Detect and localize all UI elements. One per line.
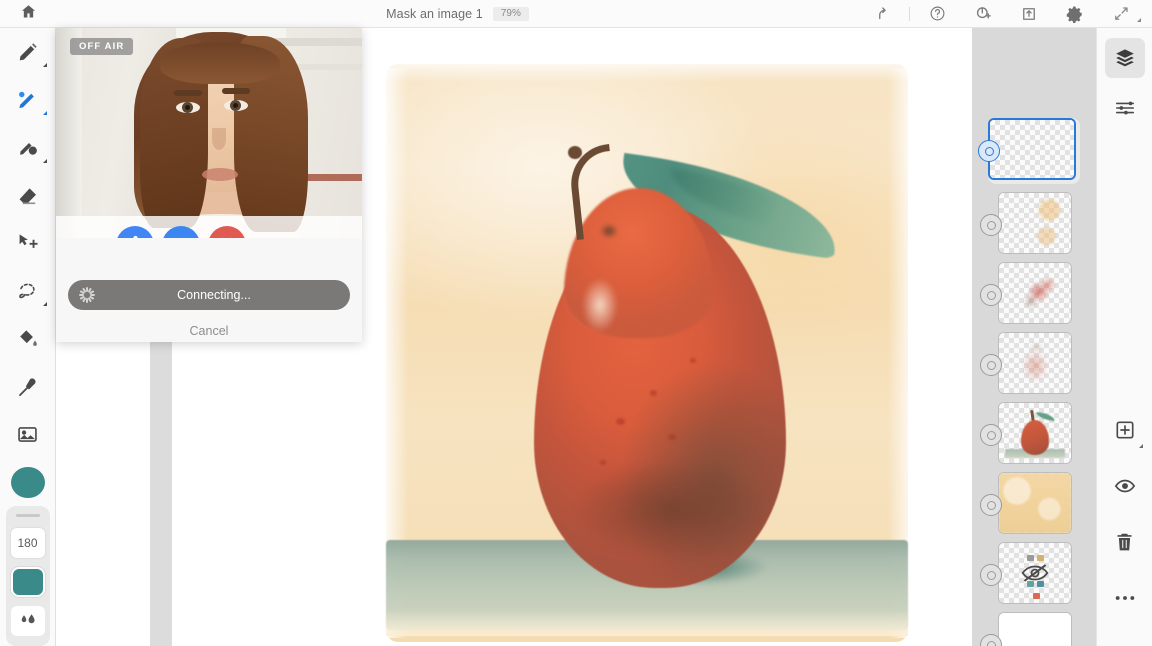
artwork-stem-tip xyxy=(568,146,582,159)
lasso-select-tool[interactable] xyxy=(0,267,56,315)
home-button[interactable] xyxy=(0,3,56,25)
page-title: Mask an image 1 xyxy=(386,6,483,21)
layer-thumb-image xyxy=(998,612,1072,646)
layer-thumbnail-8[interactable] xyxy=(980,612,1086,646)
water-drops-icon[interactable] xyxy=(10,606,45,637)
layer-blend-mode-icon[interactable] xyxy=(980,284,1002,306)
layers-icon[interactable] xyxy=(1104,38,1145,78)
trash-icon[interactable] xyxy=(1105,522,1145,562)
layer-thumbnail-6[interactable] xyxy=(980,472,1086,534)
layer-thumb-image xyxy=(998,542,1072,604)
more-options-icon[interactable] xyxy=(1105,578,1145,618)
zoom-level-badge[interactable]: 79% xyxy=(492,6,529,21)
end-call-button[interactable] xyxy=(208,226,246,238)
video-participant-fringe xyxy=(160,42,280,84)
layer-thumb-image xyxy=(988,118,1076,180)
cancel-button[interactable]: Cancel xyxy=(56,324,362,338)
visibility-eye-icon[interactable] xyxy=(1105,466,1145,506)
connecting-label: Connecting... xyxy=(177,288,251,302)
artwork-pear-highlight xyxy=(574,270,626,348)
home-icon xyxy=(20,3,37,25)
microphone-icon xyxy=(127,234,144,238)
loading-spinner-icon xyxy=(78,286,96,304)
brush-size-value[interactable]: 180 xyxy=(10,528,45,559)
adjustments-icon[interactable] xyxy=(1105,88,1145,128)
wash-edge-top xyxy=(382,58,912,82)
artwork-speck xyxy=(690,358,696,363)
watercolor-brush-tool[interactable] xyxy=(0,76,56,124)
layer-thumbnail-2[interactable] xyxy=(980,192,1086,254)
video-lips xyxy=(202,168,238,181)
layer-thumbnail-7[interactable] xyxy=(980,542,1086,604)
call-status-area: Connecting... Cancel xyxy=(56,238,362,342)
layer-thumbnail-4[interactable] xyxy=(980,332,1086,394)
video-camera-icon xyxy=(172,236,191,239)
close-icon xyxy=(219,235,235,238)
artwork-watercolor-pear[interactable] xyxy=(368,28,928,646)
layers-panel[interactable] xyxy=(972,28,1096,646)
layer-thumbnail-3[interactable] xyxy=(980,262,1086,324)
smudge-brush-tool[interactable] xyxy=(0,124,56,172)
layer-blend-mode-icon[interactable] xyxy=(980,564,1002,586)
artwork-stem-base xyxy=(596,220,622,242)
current-color-indicator[interactable] xyxy=(10,466,45,499)
artwork-pear-shading xyxy=(544,458,776,588)
layer-hidden-eye-icon xyxy=(999,543,1071,603)
artwork-speck xyxy=(650,390,657,396)
layer-blend-mode-icon[interactable] xyxy=(980,354,1002,376)
artwork-speck xyxy=(668,434,676,440)
video-pupil xyxy=(185,105,190,110)
video-eyebrow xyxy=(174,90,202,96)
right-toolbar xyxy=(1096,28,1152,646)
left-toolbar: 180 xyxy=(0,28,56,646)
video-feed[interactable]: OFF AIR xyxy=(56,28,362,238)
toolbar-divider xyxy=(909,6,910,21)
add-layer-icon[interactable] xyxy=(1105,410,1145,450)
layer-blend-mode-icon[interactable] xyxy=(980,214,1002,236)
drag-handle[interactable] xyxy=(15,514,40,518)
brush-settings-group: 180 xyxy=(5,506,50,646)
top-toolbar: Mask an image 1 79% xyxy=(0,0,1152,28)
paint-bucket-tool[interactable] xyxy=(0,315,56,363)
status-badge: OFF AIR xyxy=(70,38,134,55)
help-icon[interactable] xyxy=(914,0,960,28)
layer-blend-mode-icon[interactable] xyxy=(980,424,1002,446)
undo-icon[interactable] xyxy=(859,0,1141,28)
layer-thumb-image xyxy=(998,332,1072,394)
layer-thumb-image xyxy=(998,192,1072,254)
layer-thumbnail-5[interactable] xyxy=(980,402,1086,464)
pencil-tool[interactable] xyxy=(0,28,56,76)
color-swatch[interactable] xyxy=(10,567,45,598)
layer-blend-mode-icon[interactable] xyxy=(980,494,1002,516)
video-pupil xyxy=(233,103,238,108)
transform-tool[interactable] xyxy=(0,219,56,267)
fullscreen-icon[interactable] xyxy=(1098,0,1144,28)
publish-icon[interactable] xyxy=(1006,0,1052,28)
document-header: Mask an image 1 79% xyxy=(56,6,859,21)
microphone-button[interactable] xyxy=(116,226,154,238)
call-controls-bar xyxy=(56,216,362,238)
image-tool[interactable] xyxy=(0,411,56,459)
artwork-speck xyxy=(600,460,606,465)
layer-thumb-image xyxy=(998,402,1072,464)
layer-thumb-image xyxy=(998,472,1072,534)
invite-collaborator-icon[interactable] xyxy=(960,0,1006,28)
video-call-overlay[interactable]: OFF AIR Connecting... Cancel xyxy=(56,28,362,342)
settings-gear-icon[interactable] xyxy=(1052,0,1098,28)
layer-thumbnail-1[interactable] xyxy=(978,118,1080,184)
application-window: Mask an image 1 79% 180 OFF AIR Connecti… xyxy=(0,0,1152,646)
layer-thumb-image xyxy=(998,262,1072,324)
layers-list xyxy=(972,118,1096,646)
artwork-bottom-fade xyxy=(386,610,908,636)
camera-button[interactable] xyxy=(162,226,200,238)
connecting-status: Connecting... xyxy=(68,280,350,310)
top-actions xyxy=(859,0,1152,28)
video-nose xyxy=(212,128,226,150)
video-eyebrow xyxy=(222,88,250,94)
video-doorframe xyxy=(56,28,82,238)
eyedropper-tool[interactable] xyxy=(0,363,56,411)
artwork-speck xyxy=(616,418,625,425)
eraser-tool[interactable] xyxy=(0,172,56,220)
layer-blend-mode-icon[interactable] xyxy=(978,140,1000,162)
